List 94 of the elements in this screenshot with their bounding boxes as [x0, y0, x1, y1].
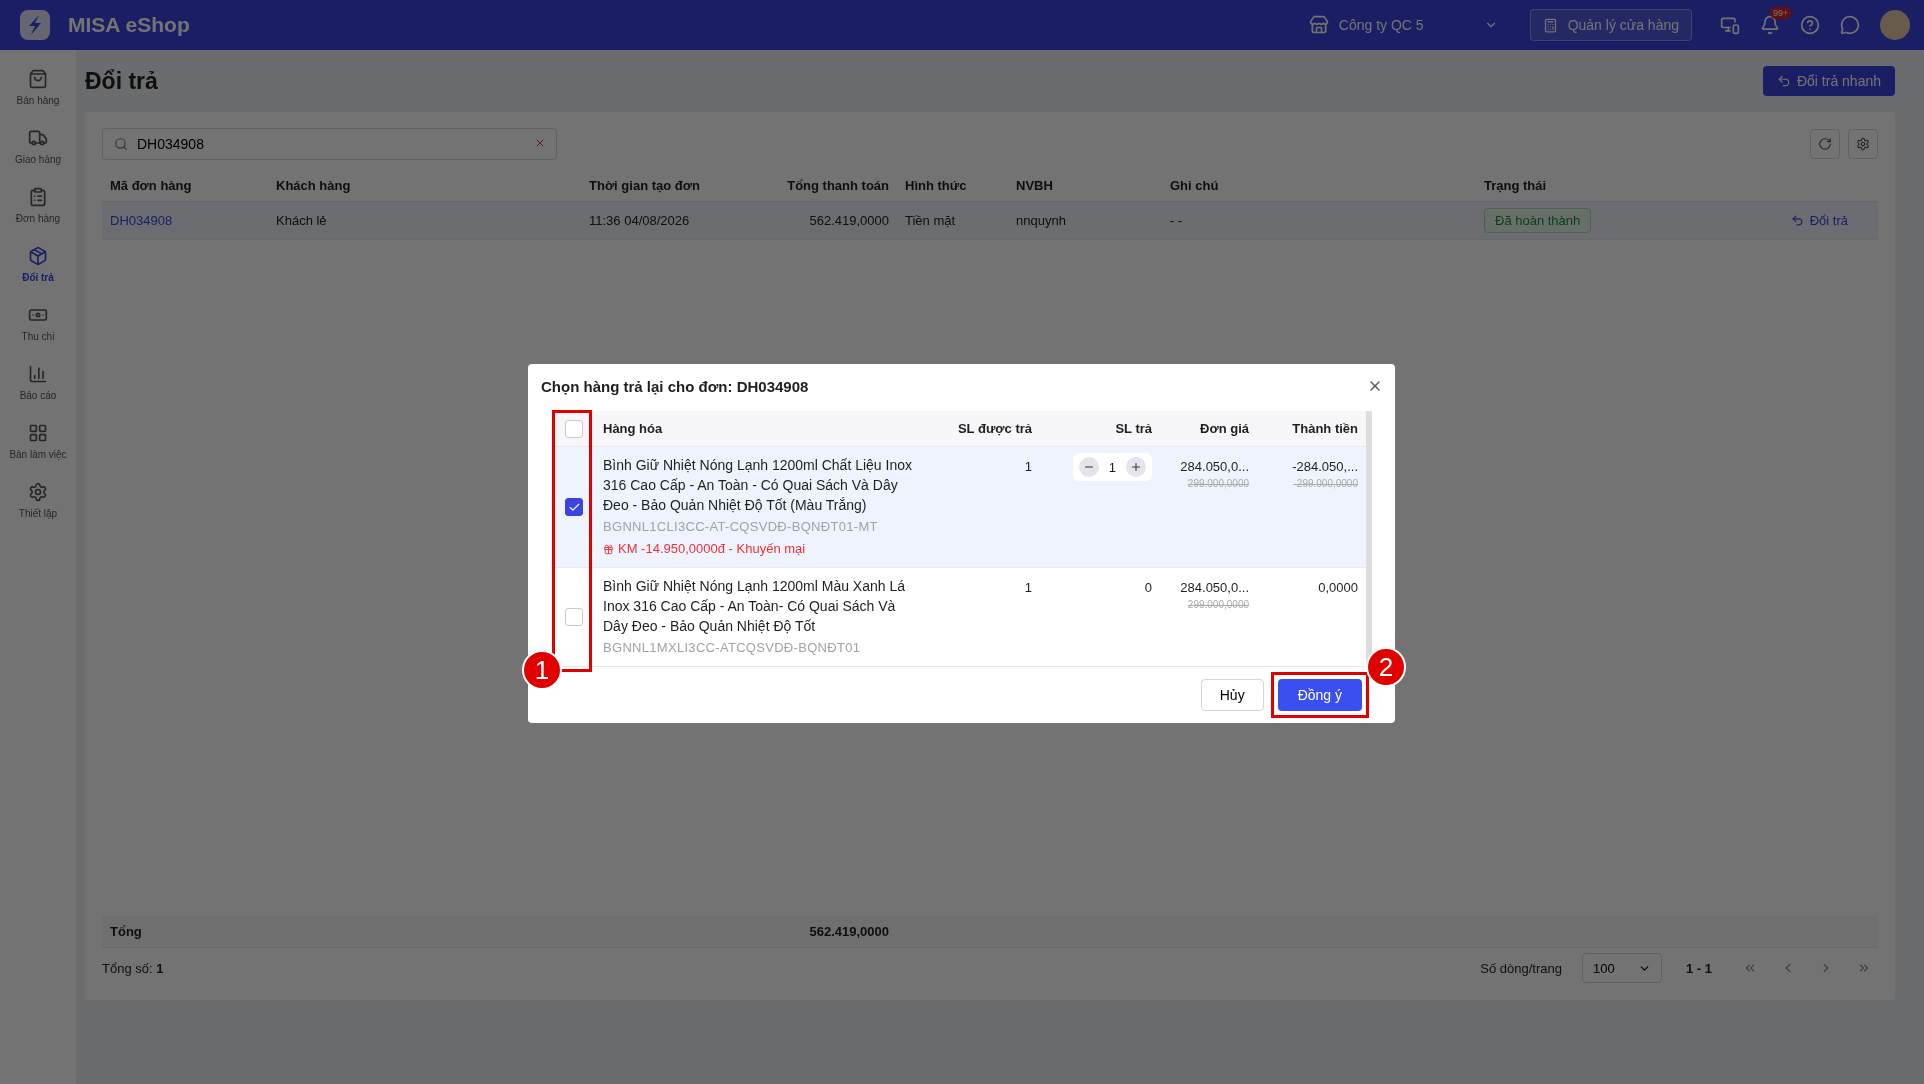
notification-button[interactable]: 99+ — [1750, 5, 1790, 45]
sidebar-item[interactable]: Báo cáo — [0, 353, 76, 412]
select-all-checkbox[interactable] — [565, 419, 583, 438]
promotion-text: KM -14.950,0000đ - Khuyến mại — [618, 540, 806, 558]
table-cell-text: 562.419,0000 — [808, 213, 890, 228]
help-icon — [1800, 15, 1820, 35]
table-cell-text: 11:36 04/08/2026 — [588, 213, 691, 228]
search-icon — [114, 137, 128, 151]
bar-chart-icon — [28, 364, 48, 384]
product-sku: BGNNL1CLI3CC-AT-CQSVDĐ-BQNĐT01-MT — [603, 518, 879, 536]
column-header: Thành tiền — [1291, 420, 1359, 438]
avatar — [1880, 10, 1910, 40]
row-checkbox[interactable] — [565, 498, 583, 516]
column-header: Khách hàng — [275, 178, 352, 193]
unit-price: 284.050,0... — [1180, 580, 1249, 595]
product-name: Bình Giữ Nhiệt Nóng Lạnh 1200ml Chất Liệu Inox 316 Cao Cấp - An Toàn - Có Quai Sách Và Dây Đeo - Bảo Quản Nhiệt Độ Tốt (Màu Trắng) — [603, 456, 913, 515]
total-value: 562.419,0000 — [808, 924, 890, 939]
column-header: Tổng thanh toán — [786, 178, 890, 193]
return-button[interactable]: Đổi trả — [1784, 212, 1854, 229]
quantity-stepper[interactable]: 1 — [1072, 453, 1152, 481]
product-name: Bình Giữ Nhiệt Nóng Lạnh 1200ml Màu Xanh Lá Inox 316 Cao Cấp - An Toàn- Có Quai Sách Và Dây Đeo - Bảo Quản Nhiệt Độ Tốt — [603, 577, 906, 636]
table-cell-text: Tiền mặt — [904, 213, 957, 228]
sidebar-item[interactable]: Bán hàng — [0, 58, 76, 117]
store-icon — [1308, 15, 1329, 35]
return-icon — [1776, 74, 1791, 88]
table-cell-text: nnquynh — [1015, 213, 1067, 228]
original-price: 299.000,0000 — [1187, 478, 1249, 489]
column-header: NVBH — [1015, 178, 1054, 193]
cancel-button[interactable]: Hủy — [1200, 679, 1264, 711]
truck-icon — [28, 128, 48, 148]
column-header: Hình thức — [904, 178, 968, 193]
company-selector[interactable]: Công ty QC 5 — [1302, 14, 1504, 36]
bell-icon — [1760, 15, 1780, 35]
dialog-title: Chọn hàng trả lại cho đơn: DH034908 — [541, 378, 809, 395]
table-cell-text: - - — [1169, 213, 1184, 228]
logo-icon — [20, 10, 50, 40]
line-total: 0,0000 — [1318, 580, 1358, 595]
refresh-button[interactable] — [1810, 129, 1840, 159]
grid-icon — [28, 423, 48, 443]
box-icon — [28, 246, 48, 266]
sidebar-item[interactable]: Thiết lập — [0, 471, 76, 530]
return-quantity: 0 — [1143, 579, 1153, 597]
decrease-button[interactable] — [1078, 457, 1099, 477]
page-size-select[interactable]: 100 — [1582, 953, 1662, 983]
total-count: Tổng số: 1 — [102, 960, 164, 976]
increase-button[interactable] — [1126, 457, 1146, 477]
settings-icon — [28, 482, 48, 502]
page-size-label: Số dòng/trang — [1480, 960, 1562, 976]
column-header: Ghi chú — [1169, 178, 1220, 193]
original-total: -299.000,0000 — [1293, 478, 1358, 489]
column-header: SL trả — [1114, 420, 1153, 438]
total-label: Tổng — [109, 924, 143, 939]
order-link[interactable]: DH034908 — [102, 213, 268, 228]
column-header: Đơn giá — [1199, 420, 1250, 438]
clipboard-icon — [28, 187, 48, 207]
original-price: 299.000,0000 — [1187, 599, 1249, 610]
chat-icon — [1840, 15, 1860, 35]
status-badge: Đã hoàn thành — [1484, 208, 1592, 233]
column-header: Trạng thái — [1483, 178, 1548, 193]
sidebar-item[interactable]: Giao hàng — [0, 117, 76, 176]
settings-button[interactable] — [1848, 129, 1878, 159]
first-page-icon — [1743, 961, 1757, 975]
sidebar-item[interactable]: Thu chi — [0, 294, 76, 353]
page-range: 1 - 1 — [1686, 960, 1712, 976]
return-quantity: 1 — [1108, 459, 1116, 475]
notification-badge: 99+ — [1770, 7, 1792, 19]
monitor-icon — [1720, 15, 1740, 35]
column-header: Mã đơn hàng — [109, 178, 193, 193]
quick-return-button[interactable]: Đổi trả nhanh — [1762, 66, 1895, 96]
refresh-icon — [1818, 137, 1832, 151]
unit-price: 284.050,0... — [1180, 459, 1249, 474]
return-icon — [1790, 214, 1804, 227]
line-total: -284.050,... — [1292, 459, 1358, 474]
last-page-icon — [1857, 961, 1871, 975]
sidebar-item[interactable]: Bàn làm việc — [0, 412, 76, 471]
calculator-icon — [1542, 17, 1558, 33]
table-cell-text: Khách lẻ — [275, 213, 328, 228]
product-sku: BGNNL1MXLI3CC-ATCQSVDĐ-BQNĐT01 — [603, 639, 862, 657]
column-header: Thời gian tạo đơn — [588, 178, 701, 193]
column-header: SL được trả — [956, 420, 1033, 438]
search-field[interactable]: DH034908 — [102, 128, 557, 160]
app-name: MISA eShop — [68, 13, 190, 37]
gift-icon — [603, 543, 614, 555]
confirm-button[interactable]: Đồng ý — [1277, 679, 1362, 711]
shopping-bag-icon — [28, 69, 48, 89]
clear-icon — [534, 137, 546, 149]
plus-icon — [1130, 461, 1142, 473]
sidebar-item[interactable]: Đổi trả — [0, 235, 76, 294]
returnable-quantity: 1 — [1023, 458, 1033, 476]
settings-icon — [1856, 137, 1870, 151]
sidebar-item[interactable]: Đơn hàng — [0, 176, 76, 235]
column-header: Hàng hóa — [602, 420, 664, 438]
page-title: Đổi trả — [85, 67, 158, 95]
returnable-quantity: 1 — [1023, 579, 1033, 597]
